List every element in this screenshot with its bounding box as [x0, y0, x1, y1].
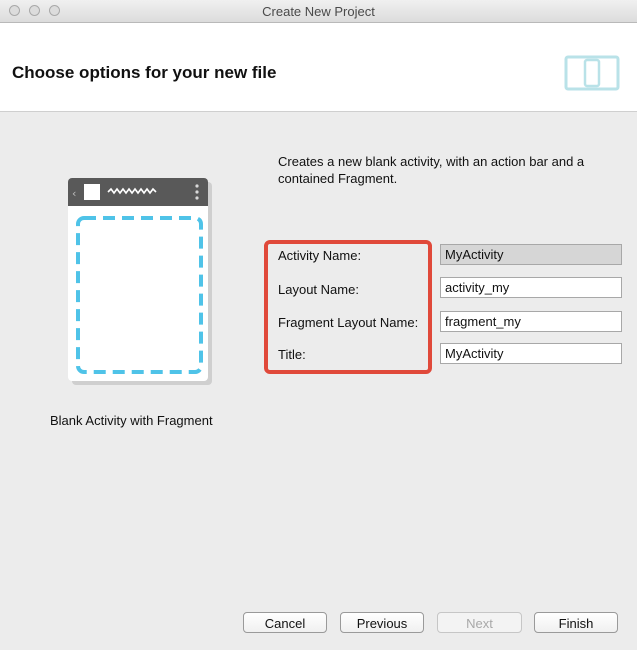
finish-button[interactable]: Finish: [534, 612, 618, 633]
label-highlight-box: [264, 240, 432, 374]
title-field[interactable]: [440, 343, 622, 364]
svg-text:‹: ‹: [72, 187, 76, 200]
template-description: Creates a new blank activity, with an ac…: [278, 154, 585, 186]
title-bar: Create New Project: [0, 0, 637, 23]
cancel-button[interactable]: Cancel: [243, 612, 327, 633]
window-title: Create New Project: [262, 4, 375, 19]
template-preview-image: ‹: [68, 178, 212, 385]
device-layout-icon: [564, 55, 620, 91]
next-button[interactable]: Next: [437, 612, 522, 633]
layout-name-field[interactable]: [440, 277, 622, 298]
page-title: Choose options for your new file: [12, 63, 277, 82]
create-new-project-window: Create New Project Choose options for yo…: [0, 0, 637, 650]
activity-name-field[interactable]: [440, 244, 622, 265]
template-caption: Blank Activity with Fragment: [50, 413, 213, 428]
fragment-layout-name-field[interactable]: [440, 311, 622, 332]
header-panel: Choose options for your new file: [0, 23, 637, 112]
previous-button[interactable]: Previous: [340, 612, 424, 633]
